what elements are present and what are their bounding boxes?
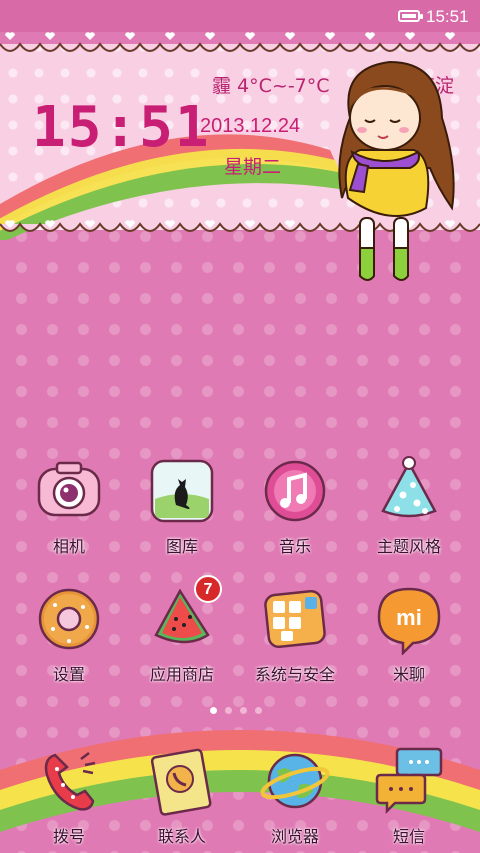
app-label: 米聊 xyxy=(392,665,425,684)
status-time: 15:51 xyxy=(426,7,469,26)
app-label: 图库 xyxy=(165,537,198,556)
app-label: 拨号 xyxy=(52,827,85,846)
notification-badge: 7 xyxy=(194,575,222,603)
browser-icon xyxy=(259,745,331,817)
app-label: 音乐 xyxy=(278,537,311,556)
app-label: 短信 xyxy=(392,827,425,846)
status-bar: 15:51 xyxy=(0,0,480,34)
app-security[interactable]: 系统与安全 xyxy=(240,583,350,685)
page-indicator[interactable] xyxy=(210,699,270,714)
app-gallery[interactable]: 图库 xyxy=(127,455,237,557)
dock-browser[interactable]: 浏览器 xyxy=(240,745,350,847)
miliao-icon: mi xyxy=(373,583,445,657)
page-dot xyxy=(210,707,217,714)
app-miliao[interactable]: mi 米聊 xyxy=(354,583,464,685)
gallery-icon xyxy=(146,455,218,527)
app-store-icon: 7 xyxy=(146,575,222,655)
app-label: 联系人 xyxy=(157,827,206,846)
svg-text:mi: mi xyxy=(396,605,422,630)
security-icon xyxy=(259,583,331,655)
dock-sms[interactable]: 短信 xyxy=(354,745,464,847)
app-store[interactable]: 7 应用商店 xyxy=(127,575,237,685)
app-label: 设置 xyxy=(52,665,85,684)
page-dot xyxy=(255,707,262,714)
contacts-icon xyxy=(146,745,218,817)
cartoon-girl-illustration xyxy=(338,60,455,281)
dock-contacts[interactable]: 联系人 xyxy=(127,745,237,847)
app-music[interactable]: 音乐 xyxy=(240,455,350,557)
app-label: 主题风格 xyxy=(376,537,441,556)
date-text: 2013.12.24 xyxy=(200,115,301,137)
app-label: 相机 xyxy=(52,537,85,556)
app-label: 应用商店 xyxy=(149,665,214,684)
app-camera[interactable]: 相机 xyxy=(14,455,124,557)
camera-icon xyxy=(33,455,105,527)
weekday-text: 星期二 xyxy=(224,156,282,178)
page-dot xyxy=(240,707,247,714)
page-dot xyxy=(225,707,232,714)
battery-icon xyxy=(398,10,423,22)
clock-time: 15:51 xyxy=(32,95,211,160)
app-settings[interactable]: 设置 xyxy=(14,583,124,685)
dock-phone[interactable]: 拨号 xyxy=(14,745,124,847)
theme-icon xyxy=(373,455,445,527)
settings-icon xyxy=(33,583,105,655)
app-label: 系统与安全 xyxy=(254,665,335,684)
app-theme[interactable]: 主题风格 xyxy=(354,455,464,557)
sms-icon xyxy=(373,745,445,817)
scallop-border-top xyxy=(0,32,480,52)
weather-text: 霾 4°C~-7°C xyxy=(212,75,330,97)
app-label: 浏览器 xyxy=(270,827,319,846)
music-icon xyxy=(259,455,331,527)
phone-icon xyxy=(33,745,105,817)
